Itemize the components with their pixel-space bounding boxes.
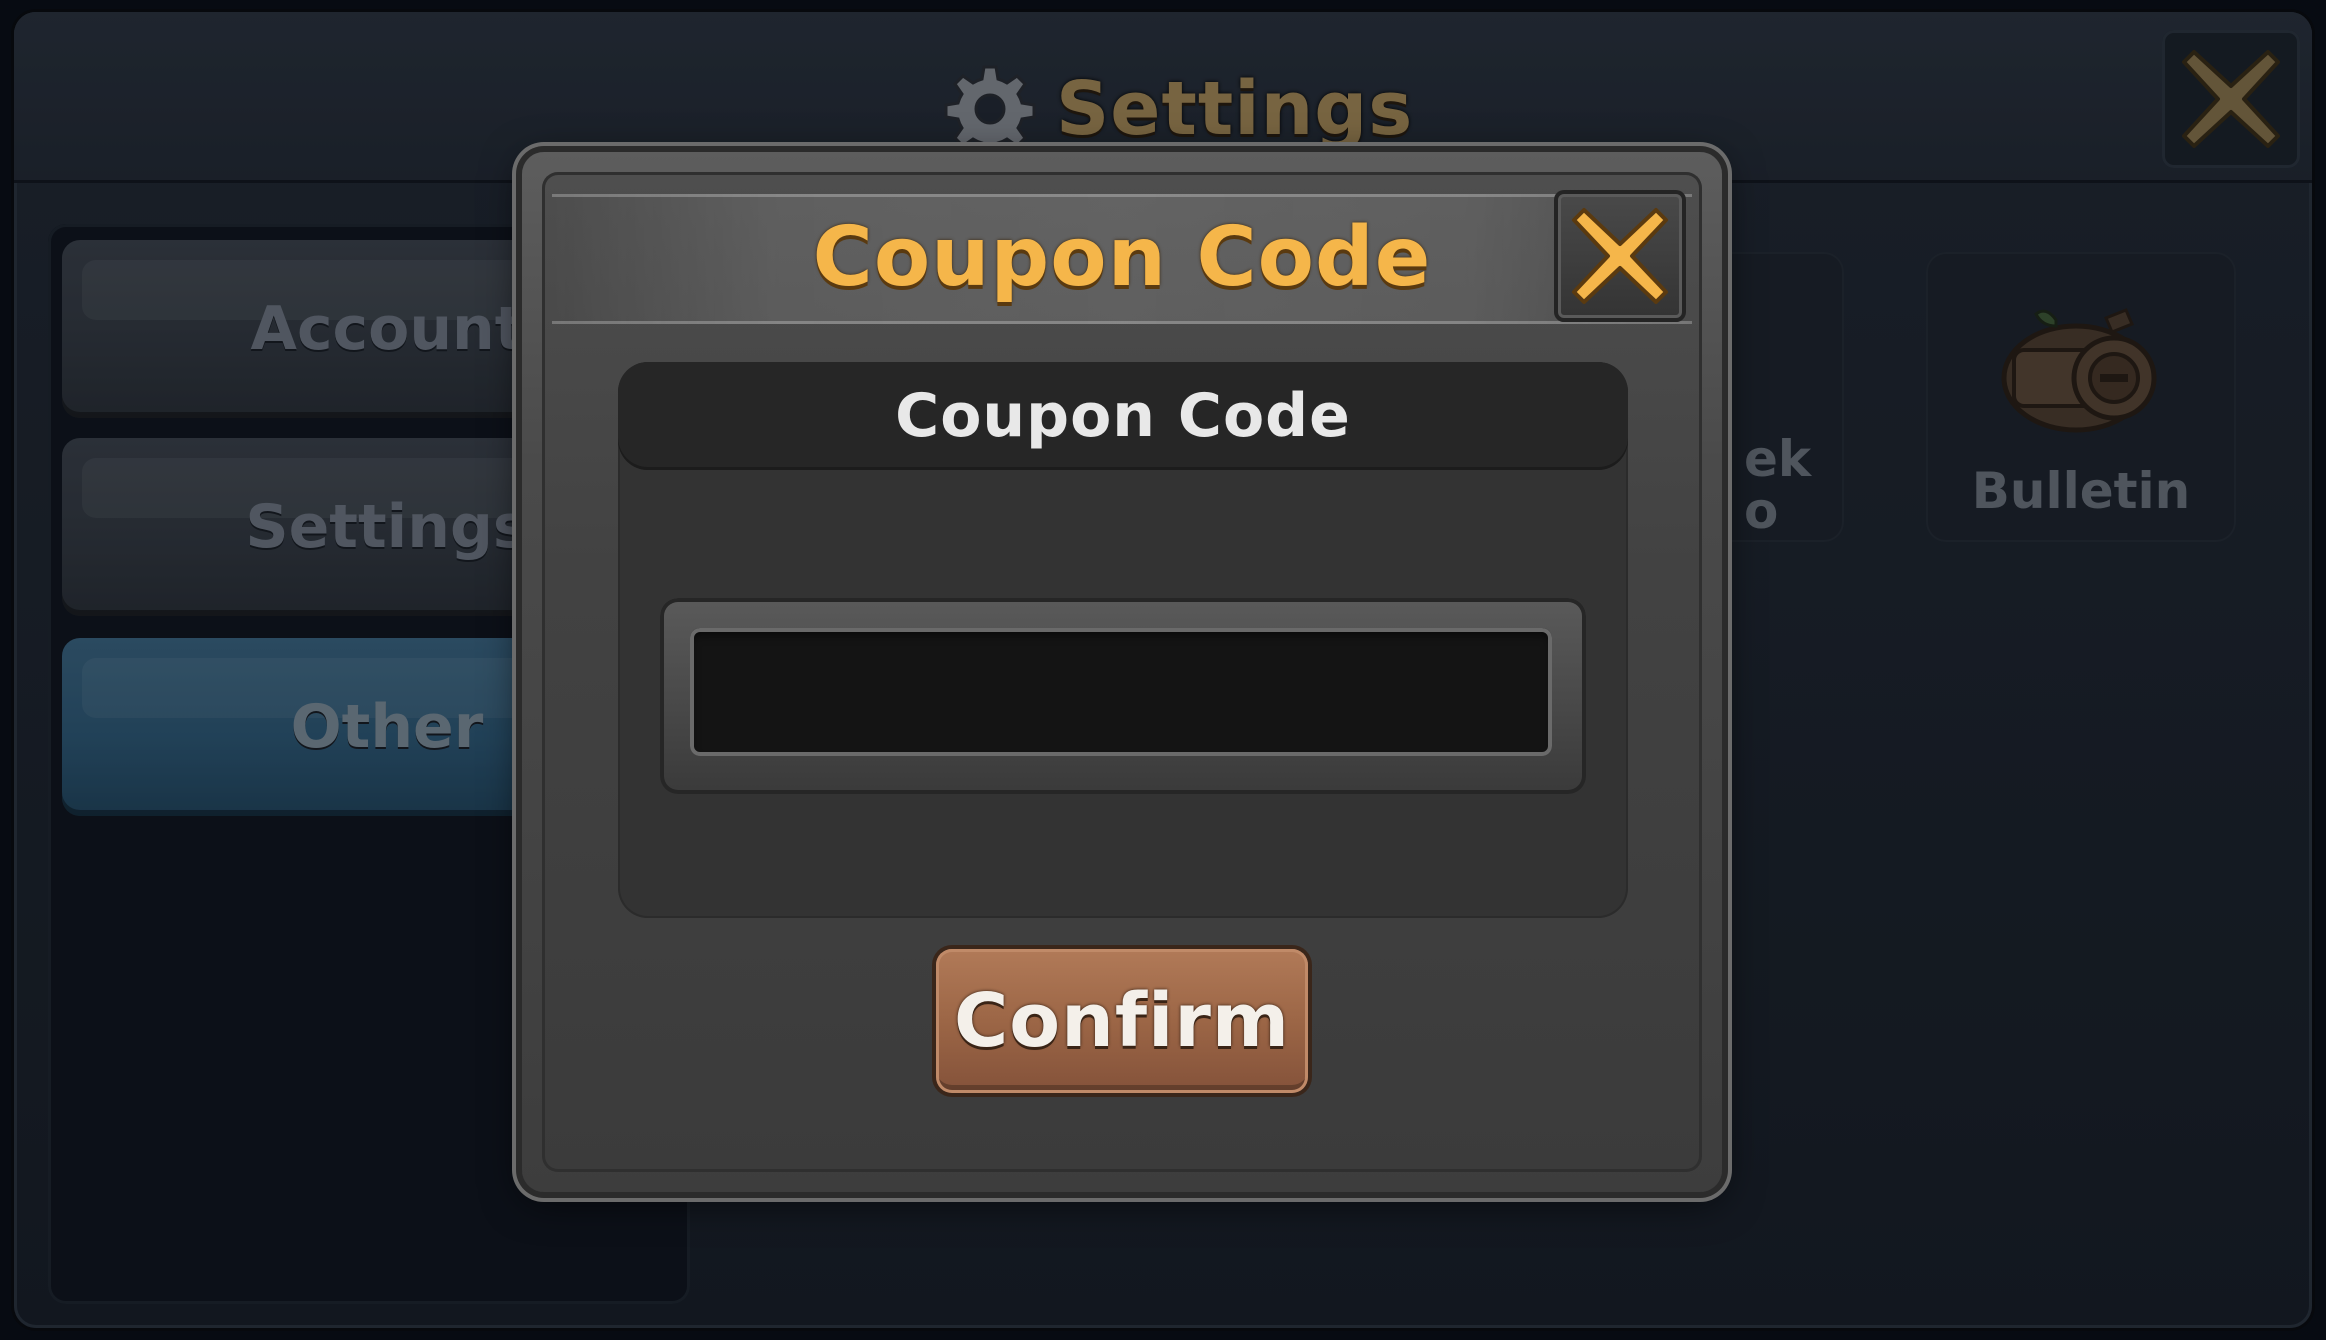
- close-icon: [1572, 208, 1668, 304]
- coupon-form-panel: Coupon Code: [618, 362, 1628, 918]
- coupon-dialog-title: Coupon Code: [812, 210, 1432, 305]
- coupon-dialog: Coupon Code Coupon Code Confirm: [522, 152, 1722, 1192]
- confirm-label: Confirm: [954, 978, 1290, 1064]
- coupon-close-button[interactable]: [1554, 190, 1686, 322]
- confirm-button[interactable]: Confirm: [936, 949, 1308, 1093]
- game-screen: Settings Account Settings Other ek o Bul…: [0, 0, 2326, 1340]
- coupon-code-input[interactable]: [690, 628, 1552, 756]
- coupon-input-frame: [660, 598, 1586, 794]
- coupon-field-header: Coupon Code: [618, 362, 1628, 470]
- coupon-field-label: Coupon Code: [895, 381, 1351, 451]
